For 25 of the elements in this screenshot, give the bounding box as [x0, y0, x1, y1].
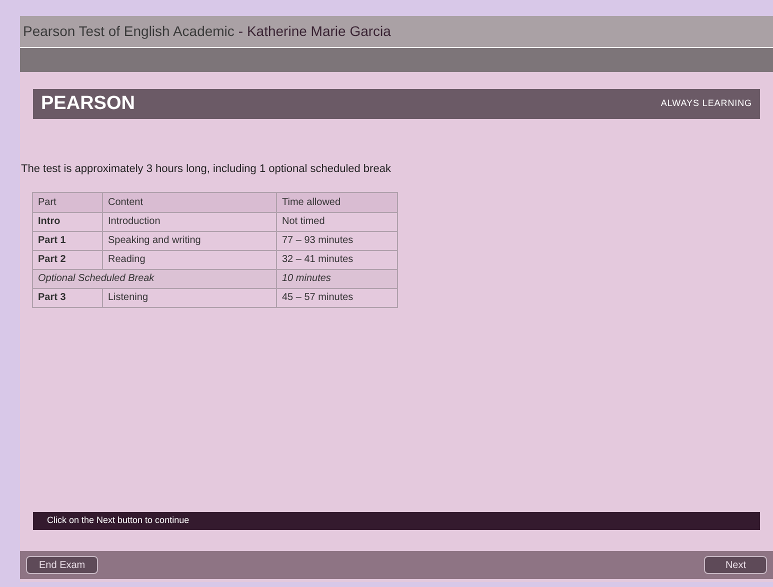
logo: PEARSON: [41, 92, 135, 116]
table-cell: Intro: [32, 212, 102, 231]
table-cell: Introduction: [102, 212, 276, 231]
table-cell: Part 3: [32, 288, 102, 307]
table-cell: Reading: [102, 250, 276, 269]
table-cell: 45 – 57 minutes: [276, 288, 398, 307]
table-cell: Part 1: [32, 231, 102, 250]
next-button[interactable]: Next: [704, 556, 767, 574]
table-cell: 32 – 41 minutes: [276, 250, 398, 269]
table-cell: Not timed: [276, 212, 398, 231]
table-cell: Optional Scheduled Break: [32, 269, 276, 288]
column-header: Content: [102, 192, 276, 212]
intro-text: The test is approximately 3 hours long, including 1 optional scheduled break: [21, 162, 392, 177]
table-cell: 77 – 93 minutes: [276, 231, 398, 250]
instruction-text: Click on the Next button to continue: [47, 514, 190, 528]
table-cell: Listening: [102, 288, 276, 307]
table-cell: 10 minutes: [276, 269, 398, 288]
candidate-name: - Katherine Marie Garcia: [238, 22, 391, 41]
table-cell: Part 2: [32, 250, 102, 269]
end-exam-button[interactable]: End Exam: [26, 556, 98, 574]
table-cell: Speaking and writing: [102, 231, 276, 250]
tagline: ALWAYS LEARNING: [660, 97, 752, 110]
column-header: Part: [32, 192, 102, 212]
column-header: Time allowed: [276, 192, 398, 212]
window-title: Pearson Test of English Academic: [23, 22, 234, 41]
